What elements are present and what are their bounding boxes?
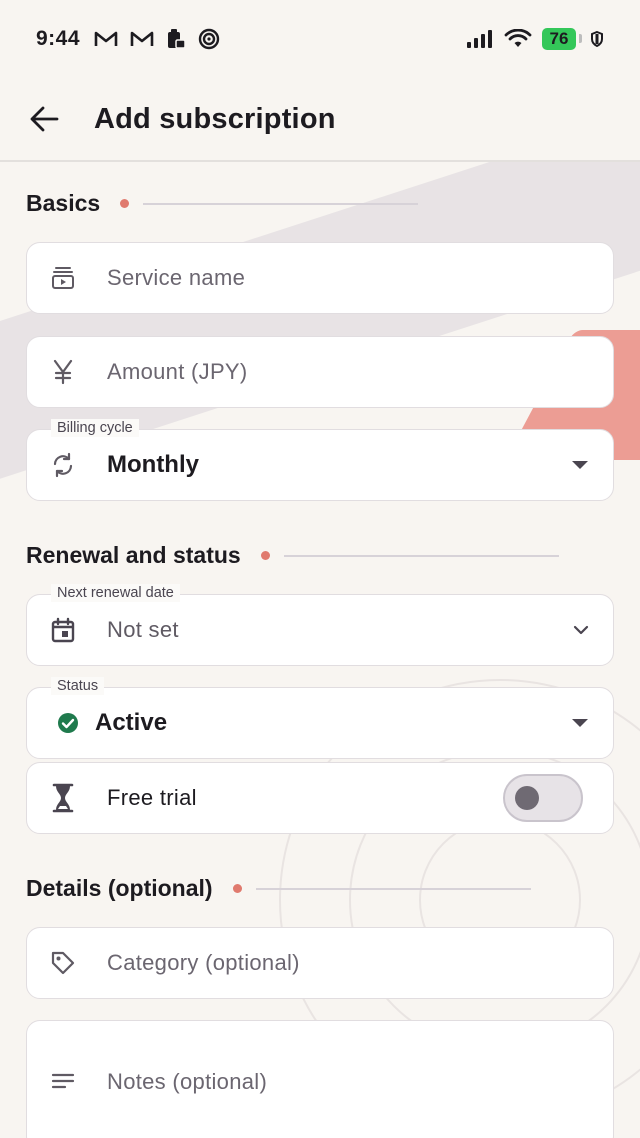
back-button[interactable] xyxy=(28,103,60,135)
section-dot xyxy=(260,551,270,560)
free-trial-label: Free trial xyxy=(107,785,197,810)
gmail-icon xyxy=(94,31,118,46)
section-header-renewal: Renewal and status xyxy=(26,542,559,569)
section-title: Renewal and status xyxy=(26,542,241,568)
notes-placeholder: Notes (optional) xyxy=(107,1069,268,1094)
check-circle-icon xyxy=(57,709,79,737)
signal-icon xyxy=(467,30,492,48)
section-divider xyxy=(143,202,419,205)
section-header-basics: Basics xyxy=(26,190,419,217)
status-value: Active xyxy=(95,709,168,736)
calendar-icon xyxy=(49,616,77,644)
clipboard-lock-icon xyxy=(168,29,186,49)
app-bar: Add subscription xyxy=(0,78,640,162)
sync-icon xyxy=(49,451,77,479)
next-renewal-date-value: Not set xyxy=(107,617,179,642)
status-label: Status xyxy=(51,677,105,695)
billing-cycle-select[interactable]: Billing cycle Monthly xyxy=(26,419,614,501)
toggle-knob xyxy=(515,786,539,810)
wifi-icon xyxy=(504,29,532,47)
yen-icon xyxy=(49,358,77,386)
chevron-down-icon xyxy=(573,625,589,635)
dropdown-arrow-icon xyxy=(571,460,589,470)
category-placeholder: Category (optional) xyxy=(107,950,300,975)
service-name-placeholder: Service name xyxy=(107,265,246,290)
status-bar: 9:44 76 xyxy=(0,0,640,78)
free-trial-row: Free trial xyxy=(26,762,614,834)
category-input[interactable]: Category (optional) xyxy=(26,927,614,999)
hourglass-icon xyxy=(49,783,77,813)
gmail-icon xyxy=(130,31,154,46)
status-select[interactable]: Status Active xyxy=(26,677,614,759)
amount-input[interactable]: Amount (JPY) xyxy=(26,336,614,408)
dropdown-arrow-icon xyxy=(571,718,589,728)
next-renewal-date-picker[interactable]: Next renewal date Not set xyxy=(26,584,614,666)
section-header-details: Details (optional) xyxy=(26,875,531,902)
section-title: Basics xyxy=(26,190,101,216)
next-renewal-date-label: Next renewal date xyxy=(51,584,180,602)
battery-level: 76 xyxy=(542,28,582,50)
status-time: 9:44 xyxy=(36,27,81,50)
arrow-left-icon xyxy=(30,106,59,132)
target-icon xyxy=(198,28,220,50)
free-trial-toggle[interactable] xyxy=(503,774,583,822)
notes-input[interactable]: Notes (optional) xyxy=(26,1020,614,1138)
section-dot xyxy=(120,199,130,208)
billing-cycle-label: Billing cycle xyxy=(51,419,139,437)
service-name-input[interactable]: Service name xyxy=(26,242,614,314)
amount-placeholder: Amount (JPY) xyxy=(107,359,248,384)
shield-icon xyxy=(591,31,603,47)
page-title: Add subscription xyxy=(94,102,336,135)
section-divider xyxy=(283,554,559,557)
section-dot xyxy=(232,884,242,893)
section-divider xyxy=(255,887,531,890)
notes-icon xyxy=(49,1067,77,1095)
subscriptions-icon xyxy=(49,264,77,292)
section-title: Details (optional) xyxy=(26,875,213,901)
screen: 9:44 76 Add subscription Basics Service … xyxy=(0,0,640,1138)
billing-cycle-value: Monthly xyxy=(107,451,199,478)
tag-icon xyxy=(49,949,77,977)
